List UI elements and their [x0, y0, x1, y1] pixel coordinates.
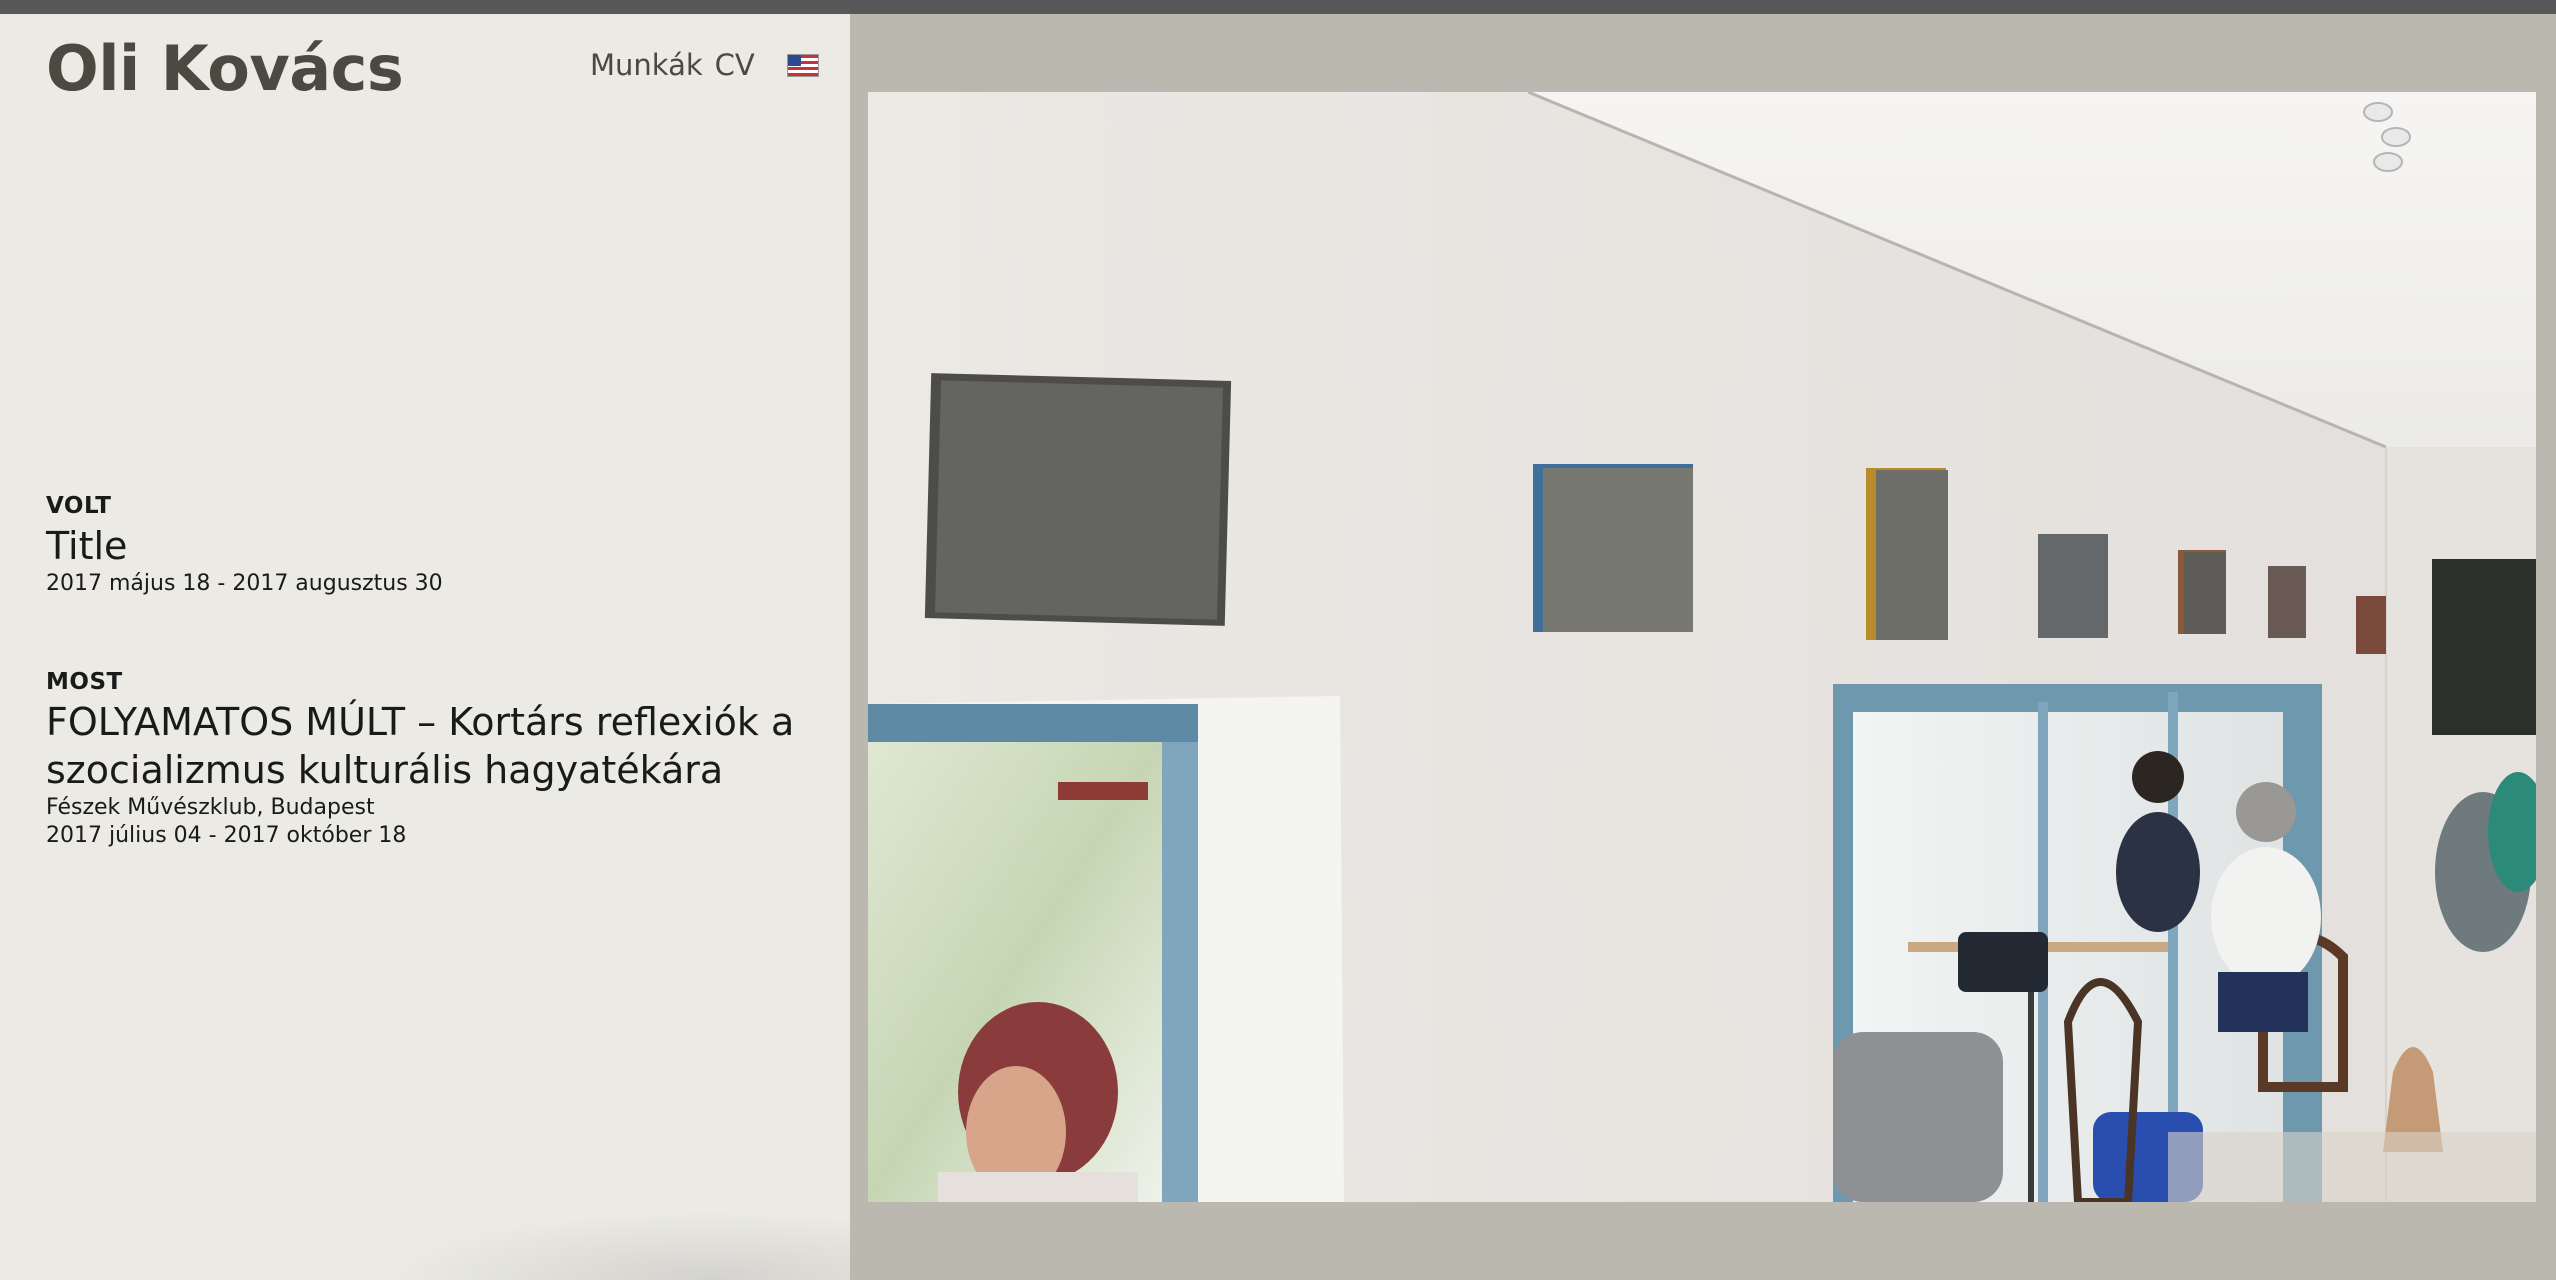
nav-link-munkak[interactable]: Munkák	[590, 48, 703, 82]
current-exhibition-dates: 2017 július 04 - 2017 október 18	[46, 823, 407, 848]
exhibition-photo-illustration	[868, 92, 2536, 1202]
current-exhibition: MOST FOLYAMATOS MÚLT – Kortárs reflexiók…	[46, 668, 816, 850]
past-exhibition-dates: 2017 május 18 - 2017 augusztus 30	[46, 571, 443, 596]
main-nav: Munkák CV	[590, 48, 819, 82]
sidebar: Oli Kovács Munkák CV VOLT Title 2017 máj…	[0, 14, 850, 1280]
current-exhibition-venue: Fészek Művészklub, Budapest	[46, 795, 375, 820]
site-title[interactable]: Oli Kovács	[46, 32, 404, 105]
current-exhibition-title[interactable]: FOLYAMATOS MÚLT – Kortárs reflexiók a sz…	[46, 698, 816, 794]
exhibition-photo[interactable]	[868, 92, 2536, 1202]
browser-top-bar	[0, 0, 2556, 14]
past-exhibition-label: VOLT	[46, 493, 112, 519]
nav-link-cv[interactable]: CV	[715, 48, 755, 82]
past-exhibition: VOLT Title 2017 május 18 - 2017 augusztu…	[46, 492, 816, 598]
current-exhibition-label: MOST	[46, 669, 123, 695]
us-flag-icon[interactable]	[786, 53, 819, 77]
past-exhibition-title[interactable]: Title	[46, 522, 816, 570]
